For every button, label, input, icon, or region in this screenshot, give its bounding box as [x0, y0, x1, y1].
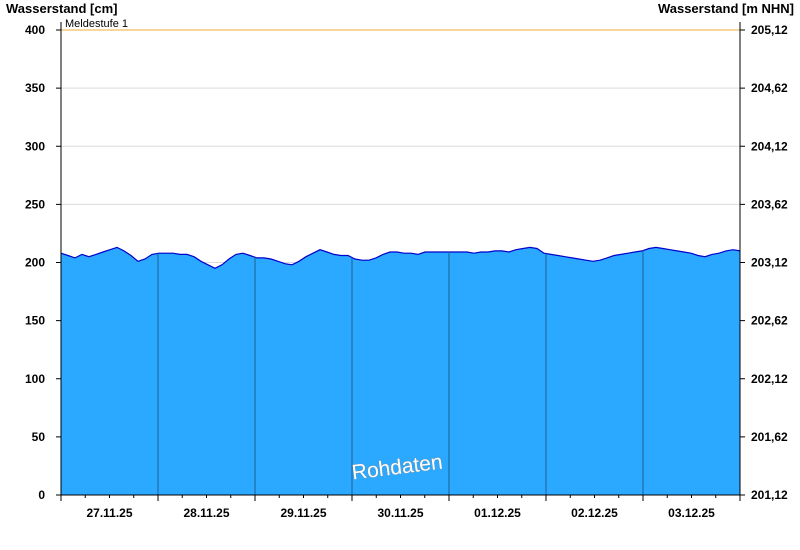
y-tick-label-right: 204,12: [751, 139, 788, 153]
y-tick-label-right: 201,62: [751, 430, 788, 444]
x-tick-label: 03.12.25: [668, 506, 715, 520]
x-tick-label: 27.11.25: [86, 506, 132, 520]
y-tick-label-right: 201,12: [751, 488, 788, 502]
y-tick-label-right: 202,62: [751, 314, 788, 328]
x-tick-label: 02.12.25: [571, 506, 618, 520]
water-level-chart: Wasserstand [cm] Wasserstand [m NHN] Mel…: [0, 0, 800, 550]
y-tick-label-left: 350: [25, 81, 45, 95]
x-tick-label: 30.11.25: [377, 506, 423, 520]
y-tick-label-left: 150: [25, 314, 45, 328]
y-axis-right-title: Wasserstand [m NHN]: [658, 1, 794, 16]
threshold-label: Meldestufe 1: [65, 18, 128, 30]
y-tick-label-right: 204,62: [751, 81, 788, 95]
x-tick-label: 01.12.25: [474, 506, 521, 520]
y-tick-label-left: 0: [38, 488, 45, 502]
y-tick-label-left: 200: [25, 256, 45, 270]
y-tick-label-right: 203,62: [751, 197, 788, 211]
y-tick-label-left: 300: [25, 139, 45, 153]
y-tick-label-left: 400: [25, 23, 45, 37]
y-tick-label-left: 250: [25, 197, 45, 211]
x-tick-label: 29.11.25: [280, 506, 326, 520]
y-tick-label-left: 100: [25, 372, 45, 386]
y-tick-label-right: 202,12: [751, 372, 788, 386]
chart-svg: Wasserstand [cm] Wasserstand [m NHN] Mel…: [6, 1, 794, 520]
x-tick-label: 28.11.25: [183, 506, 229, 520]
y-tick-label-right: 203,12: [751, 256, 788, 270]
y-axis-left-title: Wasserstand [cm]: [6, 1, 118, 16]
y-tick-label-left: 50: [32, 430, 46, 444]
y-tick-label-right: 205,12: [751, 23, 788, 37]
